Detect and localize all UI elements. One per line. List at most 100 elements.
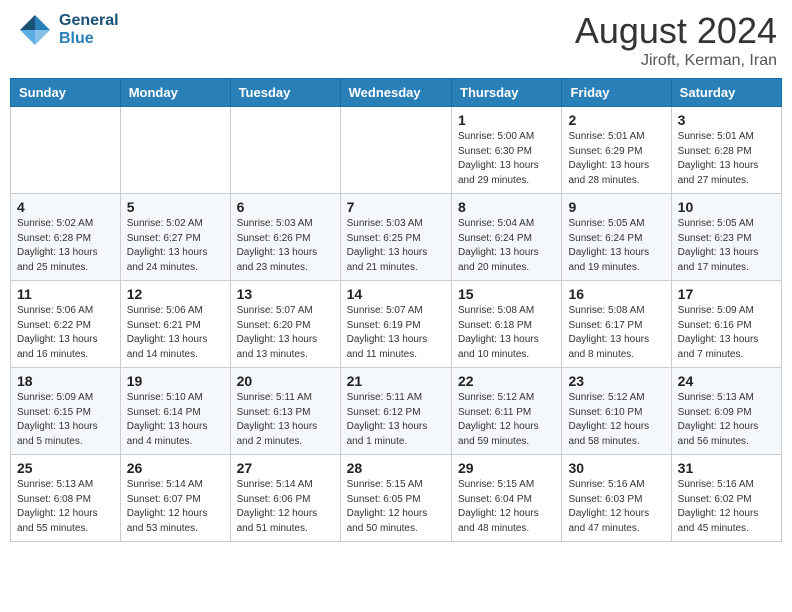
calendar-cell: 23 Sunrise: 5:12 AM Sunset: 6:10 PM Dayli… [562,368,671,455]
calendar-cell: 1Sunrise: 5:00 AM Sunset: 6:30 PM Daylig… [452,107,562,194]
cell-date-number: 21 [347,373,445,389]
calendar-cell [120,107,230,194]
cell-info-text: Sunrise: 5:02 AM Sunset: 6:28 PM Dayligh… [17,217,114,275]
cell-date-number: 22 [458,373,555,389]
calendar-cell: 24 Sunrise: 5:13 AM Sunset: 6:09 PM Dayli… [671,368,781,455]
calendar-cell: 19 Sunrise: 5:10 AM Sunset: 6:14 PM Dayli… [120,368,230,455]
logo-text: General Blue [59,12,119,47]
logo-blue: Blue [59,30,119,48]
calendar-cell: 8Sunrise: 5:04 AM Sunset: 6:24 PM Daylig… [452,194,562,281]
cell-date-number: 16 [568,286,664,302]
cell-info-text: Sunrise: 5:12 AM Sunset: 6:10 PM Dayligh… [568,391,664,449]
cell-date-number: 11 [17,286,114,302]
cell-info-text: Sunrise: 5:08 AM Sunset: 6:17 PM Dayligh… [568,304,664,362]
cell-date-number: 19 [127,373,224,389]
page-header: General Blue August 2024 Jiroft, Kerman,… [10,10,782,70]
cell-info-text: Sunrise: 5:06 AM Sunset: 6:21 PM Dayligh… [127,304,224,362]
weekday-header: Friday [562,79,671,107]
cell-info-text: Sunrise: 5:06 AM Sunset: 6:22 PM Dayligh… [17,304,114,362]
cell-info-text: Sunrise: 5:15 AM Sunset: 6:04 PM Dayligh… [458,478,555,536]
logo-icon [15,10,55,50]
cell-info-text: Sunrise: 5:03 AM Sunset: 6:25 PM Dayligh… [347,217,445,275]
calendar-cell: 31 Sunrise: 5:16 AM Sunset: 6:02 PM Dayli… [671,455,781,542]
cell-info-text: Sunrise: 5:01 AM Sunset: 6:28 PM Dayligh… [678,130,775,188]
cell-date-number: 31 [678,460,775,476]
cell-info-text: Sunrise: 5:12 AM Sunset: 6:11 PM Dayligh… [458,391,555,449]
cell-date-number: 3 [678,112,775,128]
weekday-header: Wednesday [340,79,451,107]
calendar-cell: 29 Sunrise: 5:15 AM Sunset: 6:04 PM Dayli… [452,455,562,542]
calendar-cell: 27 Sunrise: 5:14 AM Sunset: 6:06 PM Dayli… [230,455,340,542]
weekday-header-row: SundayMondayTuesdayWednesdayThursdayFrid… [11,79,782,107]
cell-date-number: 30 [568,460,664,476]
cell-date-number: 18 [17,373,114,389]
calendar-cell [340,107,451,194]
calendar-title: August 2024 [575,10,777,52]
calendar-cell: 14 Sunrise: 5:07 AM Sunset: 6:19 PM Dayli… [340,281,451,368]
cell-date-number: 5 [127,199,224,215]
cell-date-number: 7 [347,199,445,215]
calendar-table: SundayMondayTuesdayWednesdayThursdayFrid… [10,78,782,542]
cell-date-number: 14 [347,286,445,302]
cell-date-number: 26 [127,460,224,476]
calendar-cell: 6Sunrise: 5:03 AM Sunset: 6:26 PM Daylig… [230,194,340,281]
logo-general: General [59,12,119,30]
calendar-cell: 2Sunrise: 5:01 AM Sunset: 6:29 PM Daylig… [562,107,671,194]
cell-info-text: Sunrise: 5:15 AM Sunset: 6:05 PM Dayligh… [347,478,445,536]
weekday-header: Saturday [671,79,781,107]
cell-date-number: 27 [237,460,334,476]
weekday-header: Thursday [452,79,562,107]
cell-date-number: 9 [568,199,664,215]
calendar-cell: 28 Sunrise: 5:15 AM Sunset: 6:05 PM Dayli… [340,455,451,542]
calendar-week-row: 11 Sunrise: 5:06 AM Sunset: 6:22 PM Dayli… [11,281,782,368]
calendar-cell: 18 Sunrise: 5:09 AM Sunset: 6:15 PM Dayli… [11,368,121,455]
cell-info-text: Sunrise: 5:11 AM Sunset: 6:13 PM Dayligh… [237,391,334,449]
cell-info-text: Sunrise: 5:10 AM Sunset: 6:14 PM Dayligh… [127,391,224,449]
title-block: August 2024 Jiroft, Kerman, Iran [575,10,777,70]
calendar-week-row: 1Sunrise: 5:00 AM Sunset: 6:30 PM Daylig… [11,107,782,194]
cell-info-text: Sunrise: 5:14 AM Sunset: 6:06 PM Dayligh… [237,478,334,536]
weekday-header: Monday [120,79,230,107]
calendar-cell: 12Sunrise: 5:06 AM Sunset: 6:21 PM Dayli… [120,281,230,368]
calendar-cell: 15Sunrise: 5:08 AM Sunset: 6:18 PM Dayli… [452,281,562,368]
calendar-cell: 11 Sunrise: 5:06 AM Sunset: 6:22 PM Dayli… [11,281,121,368]
cell-date-number: 29 [458,460,555,476]
cell-date-number: 8 [458,199,555,215]
cell-date-number: 20 [237,373,334,389]
cell-info-text: Sunrise: 5:16 AM Sunset: 6:03 PM Dayligh… [568,478,664,536]
cell-date-number: 13 [237,286,334,302]
calendar-week-row: 25Sunrise: 5:13 AM Sunset: 6:08 PM Dayli… [11,455,782,542]
calendar-cell: 21Sunrise: 5:11 AM Sunset: 6:12 PM Dayli… [340,368,451,455]
calendar-cell: 20 Sunrise: 5:11 AM Sunset: 6:13 PM Dayli… [230,368,340,455]
cell-date-number: 15 [458,286,555,302]
cell-date-number: 28 [347,460,445,476]
calendar-cell: 17Sunrise: 5:09 AM Sunset: 6:16 PM Dayli… [671,281,781,368]
calendar-location: Jiroft, Kerman, Iran [575,52,777,70]
weekday-header: Tuesday [230,79,340,107]
calendar-cell: 26 Sunrise: 5:14 AM Sunset: 6:07 PM Dayli… [120,455,230,542]
cell-date-number: 24 [678,373,775,389]
cell-info-text: Sunrise: 5:14 AM Sunset: 6:07 PM Dayligh… [127,478,224,536]
cell-info-text: Sunrise: 5:13 AM Sunset: 6:09 PM Dayligh… [678,391,775,449]
calendar-cell: 7 Sunrise: 5:03 AM Sunset: 6:25 PM Daylig… [340,194,451,281]
calendar-cell: 10Sunrise: 5:05 AM Sunset: 6:23 PM Dayli… [671,194,781,281]
calendar-cell: 4Sunrise: 5:02 AM Sunset: 6:28 PM Daylig… [11,194,121,281]
calendar-cell: 3 Sunrise: 5:01 AM Sunset: 6:28 PM Daylig… [671,107,781,194]
cell-info-text: Sunrise: 5:02 AM Sunset: 6:27 PM Dayligh… [127,217,224,275]
calendar-cell: 16 Sunrise: 5:08 AM Sunset: 6:17 PM Dayli… [562,281,671,368]
logo: General Blue [15,10,119,50]
cell-info-text: Sunrise: 5:09 AM Sunset: 6:16 PM Dayligh… [678,304,775,362]
weekday-header: Sunday [11,79,121,107]
calendar-week-row: 18 Sunrise: 5:09 AM Sunset: 6:15 PM Dayli… [11,368,782,455]
cell-date-number: 10 [678,199,775,215]
cell-date-number: 6 [237,199,334,215]
cell-info-text: Sunrise: 5:07 AM Sunset: 6:19 PM Dayligh… [347,304,445,362]
cell-date-number: 1 [458,112,555,128]
cell-info-text: Sunrise: 5:09 AM Sunset: 6:15 PM Dayligh… [17,391,114,449]
calendar-cell [230,107,340,194]
calendar-cell [11,107,121,194]
calendar-cell: 5 Sunrise: 5:02 AM Sunset: 6:27 PM Daylig… [120,194,230,281]
cell-info-text: Sunrise: 5:16 AM Sunset: 6:02 PM Dayligh… [678,478,775,536]
cell-date-number: 23 [568,373,664,389]
calendar-week-row: 4Sunrise: 5:02 AM Sunset: 6:28 PM Daylig… [11,194,782,281]
